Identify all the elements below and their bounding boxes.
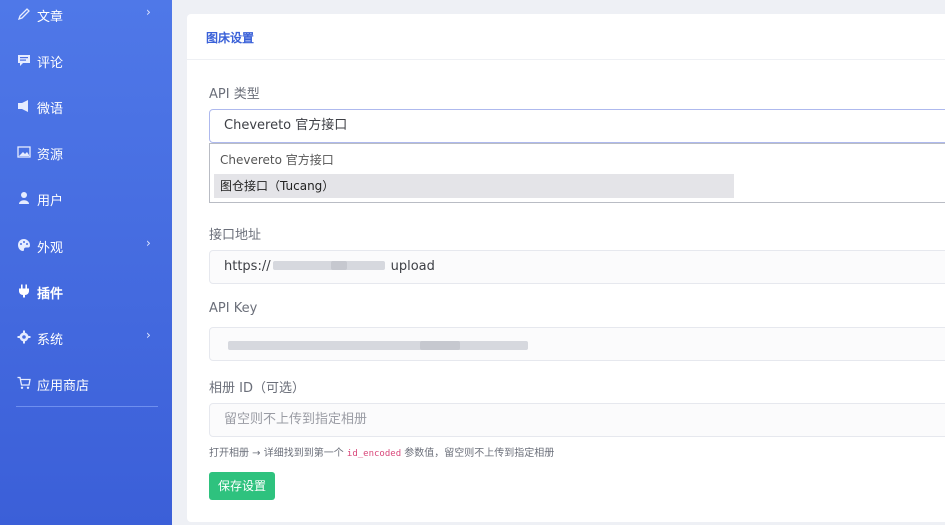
sidebar-item-users[interactable]: 用户	[0, 178, 172, 218]
album-id-input[interactable]: 留空则不上传到指定相册	[209, 403, 945, 437]
redacted-text	[228, 341, 528, 350]
card-divider	[187, 59, 945, 60]
sidebar-item-label: 评论	[37, 56, 64, 71]
hint-code: id_encoded	[346, 449, 402, 459]
chevron-right-icon: ›	[146, 5, 151, 19]
sidebar-item-comments[interactable]: 评论	[0, 40, 172, 80]
endpoint-prefix: https://	[224, 259, 271, 274]
sidebar-item-label: 外观	[37, 241, 64, 256]
card-title: 图床设置	[206, 31, 255, 45]
sidebar-item-label: 应用商店	[37, 379, 90, 394]
endpoint-suffix: upload	[390, 259, 435, 274]
redacted-text	[420, 341, 460, 350]
speaker-icon	[18, 100, 28, 112]
sidebar-item-label: 文章	[37, 10, 64, 25]
endpoint-input[interactable]: https:// upload	[209, 250, 945, 284]
save-button[interactable]: 保存设置	[209, 472, 275, 500]
api-type-label: API 类型	[209, 87, 260, 102]
album-id-label: 相册 ID（可选）	[209, 381, 305, 396]
sidebar-item-posts[interactable]: 文章 ›	[0, 0, 172, 34]
sidebar-item-label: 微语	[37, 102, 64, 117]
image-host-settings-card: 图床设置 API 类型 Chevereto 官方接口 Chevereto 官方接…	[187, 14, 945, 522]
sidebar-item-app-store[interactable]: 应用商店	[0, 363, 172, 403]
api-type-option[interactable]: Chevereto 官方接口	[214, 148, 734, 172]
api-key-input[interactable]	[209, 327, 945, 361]
api-key-label: API Key	[209, 301, 258, 316]
pencil-icon	[17, 8, 30, 21]
endpoint-label: 接口地址	[209, 228, 262, 243]
sidebar-item-label: 系统	[37, 333, 64, 348]
api-type-option-selected[interactable]: 图仓接口（Tucang）	[214, 174, 734, 198]
plug-icon	[19, 284, 29, 298]
api-type-dropdown: Chevereto 官方接口 图仓接口（Tucang）	[209, 143, 945, 203]
api-type-select[interactable]: Chevereto 官方接口	[209, 109, 945, 143]
sidebar-item-plugins[interactable]: 插件	[0, 271, 172, 311]
sidebar-item-appearance[interactable]: 外观 ›	[0, 225, 172, 265]
sidebar-item-microposts[interactable]: 微语	[0, 86, 172, 126]
sidebar-item-label: 插件	[37, 287, 64, 302]
gear-icon	[17, 330, 31, 344]
sidebar-item-media[interactable]: 资源	[0, 132, 172, 172]
sidebar: 文章 › 评论 微语 资源 用户 外观 › 插件 系统 › 应用商店	[0, 0, 172, 525]
redacted-text	[271, 260, 391, 270]
sidebar-item-label: 用户	[37, 194, 64, 209]
image-icon	[17, 146, 31, 158]
palette-icon	[18, 239, 30, 251]
chevron-right-icon: ›	[146, 328, 151, 342]
chevron-right-icon: ›	[146, 236, 151, 250]
cart-icon	[17, 376, 31, 389]
comment-icon	[18, 55, 30, 66]
sidebar-item-system[interactable]: 系统 ›	[0, 317, 172, 357]
sidebar-divider	[16, 406, 158, 407]
user-icon	[19, 192, 29, 204]
sidebar-item-label: 资源	[37, 148, 64, 163]
album-id-hint: 打开相册 → 详细找到到第一个 id_encoded 参数值，留空则不上传到指定…	[209, 448, 555, 459]
